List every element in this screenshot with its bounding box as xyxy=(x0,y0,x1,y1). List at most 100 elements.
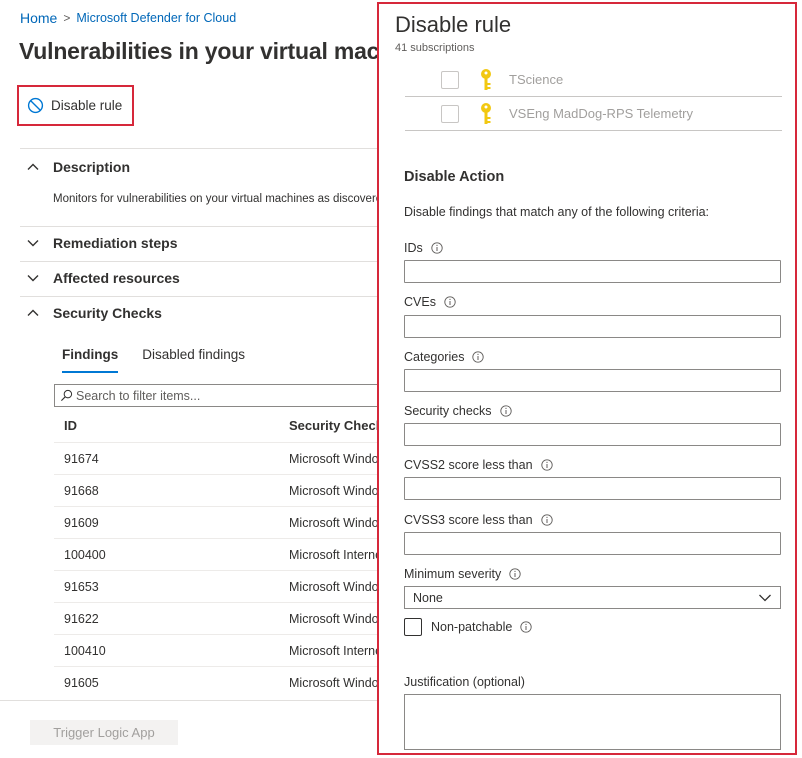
breadcrumb: Home > Microsoft Defender for Cloud xyxy=(20,10,236,26)
tab-findings[interactable]: Findings xyxy=(62,347,119,373)
panel-subtitle: 41 subscriptions xyxy=(395,42,475,54)
table-row[interactable]: 91668 Microsoft Windows xyxy=(54,474,380,506)
row-security-check: Microsoft Internet xyxy=(289,644,380,658)
trigger-logic-app-button[interactable]: Trigger Logic App xyxy=(30,720,178,745)
disable-rule-button[interactable]: Disable rule xyxy=(17,85,134,126)
section-affected[interactable]: Affected resources xyxy=(26,270,180,286)
row-id: 91609 xyxy=(64,516,99,530)
row-id: 91668 xyxy=(64,484,99,498)
section-security-checks-label: Security Checks xyxy=(53,305,162,321)
chevron-up-icon xyxy=(27,163,39,170)
search-input[interactable]: Search to filter items... xyxy=(54,384,380,407)
info-icon[interactable] xyxy=(431,242,443,254)
cves-label: CVEs xyxy=(404,295,456,309)
chevron-down-icon xyxy=(759,594,771,602)
row-id: 91653 xyxy=(64,580,99,594)
description-text: Monitors for vulnerabilities on your vir… xyxy=(53,193,380,205)
table-row[interactable]: 91653 Microsoft Windows xyxy=(54,570,380,602)
row-id: 100410 xyxy=(64,644,106,658)
ids-input[interactable] xyxy=(404,260,781,283)
chevron-right-icon: > xyxy=(63,11,71,25)
section-security-checks[interactable]: Security Checks xyxy=(26,305,162,321)
info-icon[interactable] xyxy=(444,296,456,308)
column-header-id[interactable]: ID xyxy=(64,418,77,433)
divider xyxy=(20,296,380,297)
row-security-check: Microsoft Windows xyxy=(289,484,380,498)
chevron-up-icon xyxy=(27,309,39,316)
row-id: 91605 xyxy=(64,676,99,690)
chevron-down-icon xyxy=(27,240,39,247)
ids-label-text: IDs xyxy=(404,241,423,255)
categories-label-text: Categories xyxy=(404,350,465,364)
info-icon[interactable] xyxy=(520,621,532,633)
row-id: 91622 xyxy=(64,612,99,626)
footer-divider xyxy=(0,700,380,701)
column-header-security-check[interactable]: Security Check xyxy=(289,418,380,433)
search-placeholder: Search to filter items... xyxy=(76,388,201,403)
ids-label: IDs xyxy=(404,241,443,255)
page-title: Vulnerabilities in your virtual machines… xyxy=(19,38,380,64)
breadcrumb-defender[interactable]: Microsoft Defender for Cloud xyxy=(76,11,236,25)
subscription-name: TScience xyxy=(509,72,564,87)
row-security-check: Microsoft Internet xyxy=(289,548,380,562)
section-description[interactable]: Description xyxy=(26,159,130,175)
cvss2-input[interactable] xyxy=(404,477,781,500)
row-id: 100400 xyxy=(64,548,106,562)
row-security-check: Microsoft Windows xyxy=(289,676,380,690)
table-row[interactable]: 91609 Microsoft Windows xyxy=(54,506,380,538)
info-icon[interactable] xyxy=(472,351,485,363)
security-checks-input[interactable] xyxy=(404,423,781,446)
info-icon[interactable] xyxy=(509,568,521,580)
disable-rule-label: Disable rule xyxy=(51,98,123,113)
table-row[interactable]: 91622 Microsoft Windows xyxy=(54,602,380,634)
block-icon xyxy=(27,97,44,114)
subscription-checkbox[interactable] xyxy=(441,70,459,89)
row-security-check: Microsoft Windows xyxy=(289,612,380,626)
row-security-check: Microsoft Windows xyxy=(289,516,380,530)
section-remediation[interactable]: Remediation steps xyxy=(26,235,177,251)
non-patchable-checkbox[interactable] xyxy=(404,618,422,636)
key-icon xyxy=(481,102,491,124)
categories-label: Categories xyxy=(404,350,485,364)
info-icon[interactable] xyxy=(540,514,553,526)
justification-textarea[interactable] xyxy=(404,694,781,750)
section-affected-label: Affected resources xyxy=(53,270,180,286)
table-row[interactable]: 100400 Microsoft Internet xyxy=(54,538,380,570)
table-row[interactable]: 91605 Microsoft Windows xyxy=(54,666,380,698)
disable-rule-panel: Disable rule 41 subscriptions TScience V… xyxy=(377,2,797,755)
cvss3-label: CVSS3 score less than xyxy=(404,513,553,527)
search-icon xyxy=(60,389,73,402)
categories-input[interactable] xyxy=(404,369,781,392)
security-checks-label: Security checks xyxy=(404,404,512,418)
row-id: 91674 xyxy=(64,452,99,466)
min-severity-value: None xyxy=(413,590,443,605)
info-icon[interactable] xyxy=(499,405,512,417)
cvss2-label-text: CVSS2 score less than xyxy=(404,458,533,472)
findings-tabs: Findings Disabled findings xyxy=(62,347,269,373)
justification-label-text: Justification (optional) xyxy=(404,675,525,689)
row-security-check: Microsoft Windows xyxy=(289,580,380,594)
non-patchable-label: Non-patchable xyxy=(431,620,513,634)
cves-input[interactable] xyxy=(404,315,781,338)
subscription-row[interactable]: VSEng MadDog-RPS Telemetry xyxy=(405,97,782,131)
cvss3-input[interactable] xyxy=(404,532,781,555)
info-icon[interactable] xyxy=(540,459,553,471)
subscription-checkbox[interactable] xyxy=(441,104,459,123)
chevron-down-icon xyxy=(27,275,39,282)
breadcrumb-home[interactable]: Home xyxy=(20,10,57,26)
divider xyxy=(20,148,380,149)
key-icon xyxy=(481,68,491,90)
tab-disabled-findings[interactable]: Disabled findings xyxy=(142,347,245,373)
min-severity-dropdown[interactable]: None xyxy=(404,586,781,609)
table-row[interactable]: 100410 Microsoft Internet xyxy=(54,634,380,666)
subscription-row[interactable]: TScience xyxy=(405,63,782,97)
non-patchable-row: Non-patchable xyxy=(404,618,532,636)
min-severity-label-text: Minimum severity xyxy=(404,567,502,581)
disable-action-heading: Disable Action xyxy=(404,169,505,185)
table-row[interactable]: 91674 Microsoft Windows xyxy=(54,442,380,474)
main-page: Home > Microsoft Defender for Cloud Vuln… xyxy=(0,0,380,758)
justification-label: Justification (optional) xyxy=(404,675,525,689)
cvss3-label-text: CVSS3 score less than xyxy=(404,513,533,527)
row-security-check: Microsoft Windows xyxy=(289,452,380,466)
disable-action-description: Disable findings that match any of the f… xyxy=(404,205,710,219)
